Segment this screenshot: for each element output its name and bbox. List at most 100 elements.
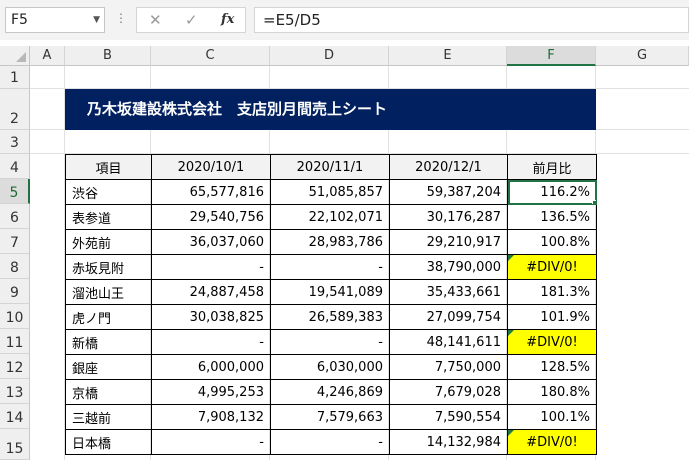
ratio-cell[interactable]: 100.1% [507, 404, 597, 430]
row-header-11[interactable]: 11 [0, 329, 30, 354]
dec-cell[interactable]: 7,590,554 [389, 404, 508, 430]
column-header-f[interactable]: F [507, 46, 596, 66]
error-cell[interactable]: #DIV/0! [507, 329, 597, 355]
row-header-7[interactable]: 7 [0, 229, 30, 254]
header-nov[interactable]: 2020/11/1 [270, 154, 390, 180]
dec-cell[interactable]: 7,679,028 [389, 379, 508, 405]
oct-cell[interactable]: 4,995,253 [151, 379, 271, 405]
active-cell-f5[interactable]: 116.2% [507, 179, 597, 205]
formula-input[interactable]: =E5/D5 [254, 7, 689, 33]
header-oct[interactable]: 2020/10/1 [151, 154, 271, 180]
row-header-15[interactable]: 15 [0, 429, 30, 460]
table-row: 日本橋 - - 14,132,984 #DIV/0! [65, 429, 597, 455]
column-header-a[interactable]: A [30, 46, 65, 66]
header-mom-ratio[interactable]: 前月比 [507, 154, 597, 180]
insert-function-icon[interactable]: fx [221, 8, 234, 32]
column-header-e[interactable]: E [389, 46, 507, 66]
table-row: 溜池山王 24,887,458 19,541,089 35,433,661 18… [65, 279, 597, 305]
oct-cell[interactable]: 7,908,132 [151, 404, 271, 430]
chevron-down-icon[interactable]: ▼ [93, 8, 100, 32]
column-header-d[interactable]: D [270, 46, 389, 66]
row-header-2[interactable]: 2 [0, 89, 30, 130]
row-header-3[interactable]: 3 [0, 130, 30, 154]
dec-cell[interactable]: 59,387,204 [389, 179, 508, 205]
nov-cell[interactable]: 19,541,089 [270, 279, 390, 305]
nov-cell[interactable]: 28,983,786 [270, 229, 390, 255]
dec-cell[interactable]: 48,141,611 [389, 329, 508, 355]
dec-cell[interactable]: 7,750,000 [389, 354, 508, 380]
dec-cell[interactable]: 27,099,754 [389, 304, 508, 330]
column-header-c[interactable]: C [151, 46, 270, 66]
oct-cell[interactable]: 30,038,825 [151, 304, 271, 330]
oct-cell[interactable]: 24,887,458 [151, 279, 271, 305]
row-header-4[interactable]: 4 [0, 154, 30, 179]
oct-cell[interactable]: 36,037,060 [151, 229, 271, 255]
branch-cell[interactable]: 溜池山王 [65, 279, 152, 305]
branch-cell[interactable]: 三越前 [65, 404, 152, 430]
ratio-value: 116.2% [540, 184, 590, 200]
oct-cell[interactable]: 6,000,000 [151, 354, 271, 380]
cancel-icon[interactable]: ✕ [149, 8, 162, 32]
row-header-1[interactable]: 1 [0, 66, 30, 89]
name-box[interactable]: F5 ▼ [5, 7, 105, 33]
error-indicator-icon[interactable] [508, 430, 514, 436]
nov-cell[interactable]: 51,085,857 [270, 179, 390, 205]
oct-cell[interactable]: 65,577,816 [151, 179, 271, 205]
branch-cell[interactable]: 銀座 [65, 354, 152, 380]
ratio-cell[interactable]: 136.5% [507, 204, 597, 230]
ratio-cell[interactable]: 180.8% [507, 379, 597, 405]
branch-cell[interactable]: 外苑前 [65, 229, 152, 255]
nov-cell[interactable]: - [270, 329, 390, 355]
row-header-14[interactable]: 14 [0, 404, 30, 429]
row-header-5[interactable]: 5 [0, 179, 30, 204]
ratio-cell[interactable]: 100.8% [507, 229, 597, 255]
branch-cell[interactable]: 表参道 [65, 204, 152, 230]
row-header-9[interactable]: 9 [0, 279, 30, 304]
oct-cell[interactable]: - [151, 429, 271, 455]
oct-cell[interactable]: 29,540,756 [151, 204, 271, 230]
branch-cell[interactable]: 京橋 [65, 379, 152, 405]
ratio-cell[interactable]: 101.9% [507, 304, 597, 330]
nov-cell[interactable]: 7,579,663 [270, 404, 390, 430]
dec-cell[interactable]: 29,210,917 [389, 229, 508, 255]
ratio-cell[interactable]: 128.5% [507, 354, 597, 380]
error-indicator-icon[interactable] [508, 330, 514, 336]
column-header-b[interactable]: B [65, 46, 151, 66]
nov-cell[interactable]: 22,102,071 [270, 204, 390, 230]
branch-cell[interactable]: 日本橋 [65, 429, 152, 455]
select-all-button[interactable] [0, 46, 30, 66]
column-header-g[interactable]: G [596, 46, 689, 66]
header-dec[interactable]: 2020/12/1 [389, 154, 508, 180]
oct-cell[interactable]: - [151, 254, 271, 280]
sheet-title-banner[interactable]: 乃木坂建設株式会社 支店別月間売上シート [65, 89, 596, 130]
branch-cell[interactable]: 赤坂見附 [65, 254, 152, 280]
nov-cell[interactable]: 6,030,000 [270, 354, 390, 380]
row-header-10[interactable]: 10 [0, 304, 30, 329]
dec-cell[interactable]: 30,176,287 [389, 204, 508, 230]
row-header-12[interactable]: 12 [0, 354, 30, 379]
dec-cell[interactable]: 35,433,661 [389, 279, 508, 305]
branch-cell[interactable]: 新橋 [65, 329, 152, 355]
nov-cell[interactable]: 26,589,383 [270, 304, 390, 330]
fill-handle[interactable] [592, 200, 596, 204]
formula-bar: F5 ▼ ⋮ ✕ ✓ fx =E5/D5 [0, 0, 689, 40]
nov-cell[interactable]: 4,246,869 [270, 379, 390, 405]
error-cell[interactable]: #DIV/0! [507, 254, 597, 280]
more-options-icon[interactable]: ⋮ [115, 11, 127, 25]
dec-cell[interactable]: 14,132,984 [389, 429, 508, 455]
header-item[interactable]: 項目 [65, 154, 152, 180]
row-header-8[interactable]: 8 [0, 254, 30, 279]
branch-cell[interactable]: 虎ノ門 [65, 304, 152, 330]
row-header-6[interactable]: 6 [0, 204, 30, 229]
enter-icon[interactable]: ✓ [185, 8, 198, 32]
branch-cell[interactable]: 渋谷 [65, 179, 152, 205]
error-indicator-icon[interactable] [508, 255, 514, 261]
error-cell[interactable]: #DIV/0! [507, 429, 597, 455]
ratio-cell[interactable]: 181.3% [507, 279, 597, 305]
row-header-13[interactable]: 13 [0, 379, 30, 404]
oct-cell[interactable]: - [151, 329, 271, 355]
nov-cell[interactable]: - [270, 254, 390, 280]
table-row: 新橋 - - 48,141,611 #DIV/0! [65, 329, 597, 355]
dec-cell[interactable]: 38,790,000 [389, 254, 508, 280]
nov-cell[interactable]: - [270, 429, 390, 455]
